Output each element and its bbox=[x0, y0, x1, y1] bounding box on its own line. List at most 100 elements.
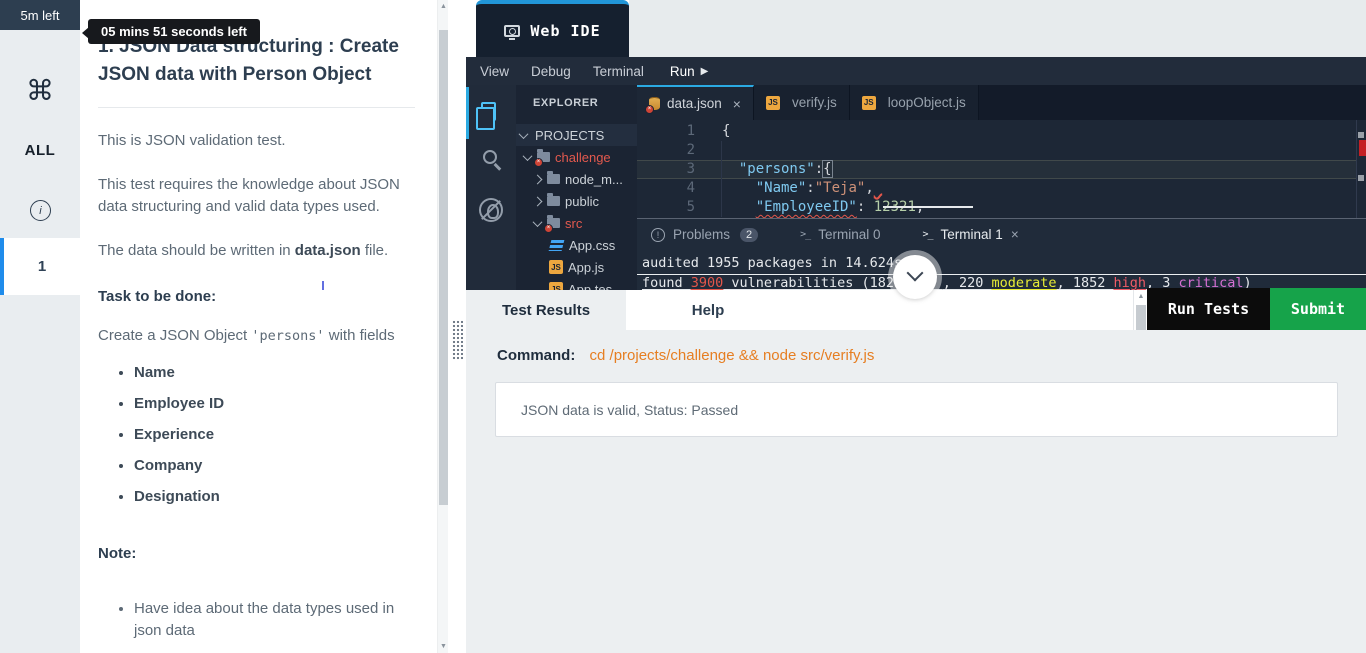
chevron-down-icon bbox=[532, 216, 543, 227]
debug-disabled-icon[interactable] bbox=[479, 198, 503, 222]
tree-label: App.css bbox=[569, 237, 616, 253]
tree-app-js[interactable]: JS App.js bbox=[516, 256, 637, 278]
app-root: 5m left ⌘ ALL i 1 05 mins 51 seconds lef… bbox=[0, 0, 1366, 653]
tree-label: App.tes bbox=[568, 281, 613, 291]
error-badge bbox=[544, 224, 553, 233]
test-output-box: JSON data is valid, Status: Passed bbox=[495, 382, 1338, 437]
note-heading: Note: bbox=[98, 545, 137, 562]
js-file-icon: JS bbox=[765, 95, 780, 110]
folder-icon bbox=[547, 171, 560, 184]
command-label: Command: bbox=[497, 347, 576, 364]
fields-list: Name Employee ID Experience Company Desi… bbox=[134, 364, 417, 505]
line-number: 1 bbox=[686, 123, 695, 139]
chevron-down-icon bbox=[518, 128, 529, 139]
task-paragraph-1: This is JSON validation test. bbox=[98, 132, 286, 149]
code-line-3: 3 "persons":{ bbox=[637, 160, 1356, 179]
tree-label: src bbox=[565, 215, 583, 231]
code-editor[interactable]: 1{ 2 3 "persons":{ 4 "Name":"Teja", 5 "E… bbox=[637, 120, 1366, 218]
tab-problems[interactable]: Problems bbox=[673, 227, 730, 242]
test-results-area: Command: cd /projects/challenge && node … bbox=[466, 330, 1366, 653]
task-heading: Task to be done: bbox=[98, 288, 217, 305]
task-scrollbar[interactable]: ▲ ▼ bbox=[437, 0, 448, 653]
command-key-icon[interactable]: ⌘ bbox=[0, 74, 80, 107]
tree-app-css[interactable]: App.css bbox=[516, 234, 637, 256]
field-item: Employee ID bbox=[134, 395, 417, 412]
submit-button[interactable]: Submit bbox=[1270, 288, 1366, 330]
timer-badge: 5m left bbox=[0, 0, 80, 30]
command-value: cd /projects/challenge && node src/verif… bbox=[589, 347, 875, 364]
files-icon[interactable] bbox=[476, 102, 496, 130]
chevron-down-icon bbox=[906, 264, 924, 282]
overview-ruler[interactable] bbox=[1356, 120, 1366, 218]
tab-label: verify.js bbox=[791, 95, 837, 110]
line-number: 4 bbox=[686, 180, 695, 196]
create-text: Create a JSON Object bbox=[98, 327, 252, 344]
problems-icon bbox=[651, 227, 665, 242]
p3-tail: file. bbox=[360, 242, 389, 259]
resize-handle[interactable] bbox=[452, 320, 463, 360]
json-db-icon bbox=[645, 97, 660, 114]
menu-debug[interactable]: Debug bbox=[531, 64, 571, 79]
tree-label: node_m... bbox=[565, 171, 623, 187]
chevron-right-icon bbox=[532, 174, 543, 184]
scrollbar-thumb[interactable] bbox=[1136, 305, 1146, 330]
tree-label: challenge bbox=[555, 149, 611, 165]
scroll-up-icon[interactable]: ▲ bbox=[1134, 293, 1148, 300]
tab-label: loopObject.js bbox=[887, 95, 966, 110]
tab-help[interactable]: Help bbox=[626, 290, 790, 330]
ruler-mark bbox=[1358, 175, 1364, 181]
tab-test-results[interactable]: Test Results bbox=[466, 290, 626, 330]
tab-loopobject-js[interactable]: JS loopObject.js bbox=[849, 85, 979, 120]
scroll-down-button[interactable] bbox=[893, 255, 937, 299]
tab-verify-js[interactable]: JS verify.js bbox=[753, 85, 850, 120]
timer-tooltip: 05 mins 51 seconds left bbox=[82, 19, 260, 44]
web-ide: Web IDE View Debug Terminal Run ▶ EXPLORE… bbox=[466, 0, 1366, 290]
close-icon[interactable]: × bbox=[733, 96, 741, 112]
editor-tabbar: data.json × JS verify.js JS loopObject.j… bbox=[637, 85, 1366, 120]
tree-label: public bbox=[565, 193, 599, 209]
menu-run[interactable]: Run ▶ bbox=[670, 64, 708, 79]
close-icon[interactable]: × bbox=[1011, 227, 1019, 242]
chevron-down-icon bbox=[522, 150, 533, 161]
tree-src[interactable]: src bbox=[516, 212, 637, 234]
p3-text: The data should be written in bbox=[98, 242, 295, 259]
activity-bar bbox=[466, 85, 516, 290]
error-badge bbox=[534, 158, 543, 167]
line-number: 3 bbox=[686, 161, 695, 177]
tree-challenge[interactable]: challenge bbox=[516, 146, 637, 168]
chevron-right-icon bbox=[532, 196, 543, 206]
results-scrollbar[interactable]: ▲ bbox=[1133, 290, 1147, 330]
ruler-error-mark bbox=[1359, 140, 1366, 156]
divider-line bbox=[98, 107, 415, 108]
tree-projects[interactable]: PROJECTS bbox=[516, 124, 637, 146]
notes-list: Have idea about the data types used in j… bbox=[134, 598, 417, 642]
play-icon: ▶ bbox=[700, 65, 709, 77]
menu-terminal[interactable]: Terminal bbox=[593, 64, 644, 79]
tab-web-ide[interactable]: Web IDE bbox=[476, 0, 629, 57]
tab-data-json[interactable]: data.json × bbox=[637, 85, 754, 120]
tree-app-test[interactable]: JS App.tes bbox=[516, 278, 637, 290]
panel-divider bbox=[448, 0, 466, 653]
tab-label: data.json bbox=[667, 96, 722, 111]
menu-view[interactable]: View bbox=[480, 64, 509, 79]
explorer-panel: EXPLORER PROJECTS challenge node_m... bbox=[516, 85, 637, 290]
terminal-icon: >_ bbox=[800, 229, 811, 240]
sidebar-item-all[interactable]: ALL bbox=[0, 142, 80, 159]
folder-icon bbox=[534, 149, 550, 167]
code-line-5: 5 "EmployeeID": 12321, bbox=[637, 198, 1356, 217]
tab-terminal-0[interactable]: Terminal 0 bbox=[818, 227, 880, 242]
tree-public[interactable]: public bbox=[516, 190, 637, 212]
tab-terminal-1[interactable]: Terminal 1 bbox=[941, 227, 1003, 242]
editor-column: data.json × JS verify.js JS loopObject.j… bbox=[637, 85, 1366, 290]
js-file-icon: JS bbox=[549, 260, 563, 274]
tree-node-modules[interactable]: node_m... bbox=[516, 168, 637, 190]
question-sidebar: 5m left ⌘ ALL i 1 bbox=[0, 0, 80, 653]
scrollbar-thumb[interactable] bbox=[439, 30, 448, 505]
web-ide-title: Web IDE bbox=[530, 21, 601, 40]
info-icon[interactable]: i bbox=[30, 200, 51, 221]
command-row: Command: cd /projects/challenge && node … bbox=[497, 347, 874, 364]
sidebar-question-1[interactable]: 1 bbox=[0, 238, 80, 295]
search-icon[interactable] bbox=[483, 150, 497, 164]
run-tests-button[interactable]: Run Tests bbox=[1147, 288, 1270, 330]
field-item: Experience bbox=[134, 426, 417, 443]
